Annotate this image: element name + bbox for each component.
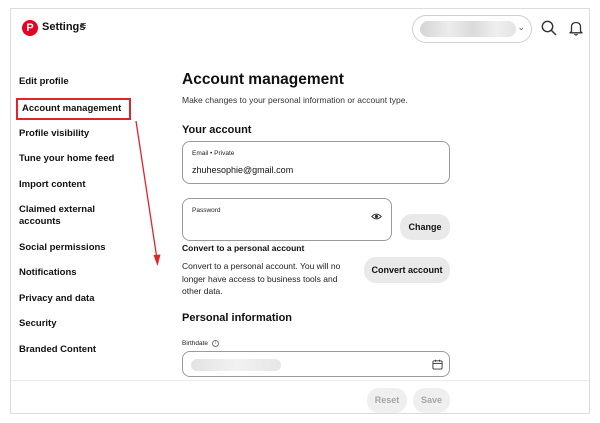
footer-divider xyxy=(11,380,589,381)
birthdate-label: Birthdate xyxy=(182,340,209,348)
password-field[interactable]: Password xyxy=(182,198,392,241)
info-icon[interactable]: i xyxy=(211,340,219,347)
sidebar-item-notifications[interactable]: Notifications xyxy=(19,267,124,279)
convert-account-button[interactable]: Convert account xyxy=(364,257,450,283)
save-button[interactable]: Save xyxy=(413,388,450,413)
calendar-icon[interactable] xyxy=(432,359,443,370)
page-title: Account management xyxy=(182,71,344,88)
app-title: Settings xyxy=(42,21,86,33)
page-subtitle: Make changes to your personal informatio… xyxy=(182,95,408,105)
convert-description: Convert to a personal account. You will … xyxy=(182,261,341,296)
birthdate-field[interactable] xyxy=(182,351,450,377)
sidebar-item-import-content[interactable]: Import content xyxy=(19,179,124,191)
sidebar-item-claimed-external-accounts[interactable]: Claimed external accounts xyxy=(19,204,109,228)
your-account-heading: Your account xyxy=(182,124,252,136)
password-label: Password xyxy=(192,207,221,214)
email-label: Email • Private xyxy=(192,150,235,157)
sidebar-item-branded-content[interactable]: Branded Content xyxy=(19,344,124,356)
sidebar-item-edit-profile[interactable]: Edit profile xyxy=(19,76,124,88)
birthdate-value-blurred xyxy=(191,359,281,371)
sidebar-item-security[interactable]: Security xyxy=(19,318,124,330)
bell-icon[interactable] xyxy=(567,19,585,37)
email-field[interactable]: Email • Private zhuhesophie@gmail.com xyxy=(182,141,450,184)
chevron-down-icon: ⌄ xyxy=(517,22,525,32)
sidebar-item-tune-home-feed[interactable]: Tune your home feed xyxy=(19,153,124,165)
convert-heading: Convert to a personal account xyxy=(182,243,305,253)
main-content: Account management Make changes to your … xyxy=(182,9,462,413)
email-value: zhuhesophie@gmail.com xyxy=(192,165,294,175)
sidebar-item-privacy-and-data[interactable]: Privacy and data xyxy=(19,293,124,305)
eye-icon[interactable] xyxy=(371,211,382,222)
personal-information-heading: Personal information xyxy=(182,312,293,324)
sidebar-item-profile-visibility[interactable]: Profile visibility xyxy=(19,128,124,140)
birthdate-label-row: Birthdate i xyxy=(182,340,219,347)
pinterest-logo-icon[interactable]: P xyxy=(22,20,38,36)
sidebar-item-social-permissions[interactable]: Social permissions xyxy=(19,242,124,254)
reset-button[interactable]: Reset xyxy=(367,388,407,413)
sidebar-item-account-management[interactable]: Account management xyxy=(16,98,131,120)
hamburger-icon[interactable]: ≡ xyxy=(80,20,86,32)
search-icon[interactable] xyxy=(540,19,558,37)
change-password-button[interactable]: Change xyxy=(400,214,450,240)
settings-window: P Settings ≡ ⌄ Edit profile Account mana… xyxy=(10,8,590,414)
